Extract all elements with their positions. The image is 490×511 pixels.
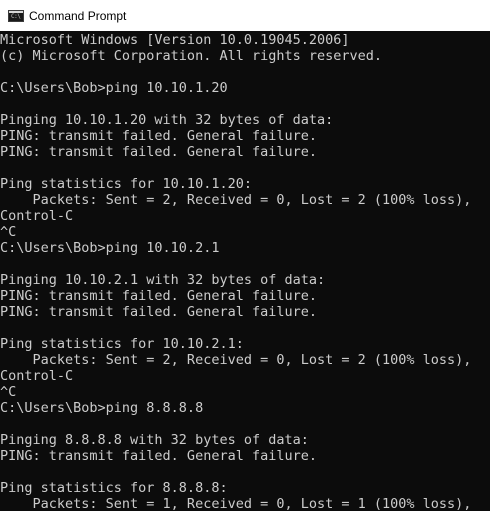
console-line: Packets: Sent = 2, Received = 0, Lost = …	[0, 352, 472, 368]
console-line: Control-C	[0, 208, 74, 224]
console-line: Ping statistics for 8.8.8.8:	[0, 480, 228, 496]
console-line: PING: transmit failed. General failure.	[0, 448, 317, 464]
console-line: PING: transmit failed. General failure.	[0, 304, 317, 320]
console-line: PING: transmit failed. General failure.	[0, 144, 317, 160]
console-line: (c) Microsoft Corporation. All rights re…	[0, 48, 383, 64]
console-line: C:\Users\Bob>ping 10.10.2.1	[0, 240, 220, 256]
console-line: Control-C	[0, 368, 74, 384]
console-line: C:\Users\Bob>ping 8.8.8.8	[0, 400, 204, 416]
console-line: PING: transmit failed. General failure.	[0, 288, 317, 304]
console-line: Packets: Sent = 2, Received = 0, Lost = …	[0, 192, 472, 208]
console-line: Microsoft Windows [Version 10.0.19045.20…	[0, 32, 350, 48]
console-line: ^C	[0, 224, 17, 240]
console-line: Ping statistics for 10.10.1.20:	[0, 176, 252, 192]
console-icon-glyph: C:\	[11, 12, 21, 20]
console-line: Pinging 8.8.8.8 with 32 bytes of data:	[0, 432, 309, 448]
console-line: Pinging 10.10.1.20 with 32 bytes of data…	[0, 112, 334, 128]
window-title: Command Prompt	[29, 8, 127, 23]
console-icon: C:\	[8, 9, 24, 22]
console-line: Packets: Sent = 1, Received = 0, Lost = …	[0, 496, 472, 511]
console-output[interactable]: Microsoft Windows [Version 10.0.19045.20…	[0, 31, 490, 511]
console-line: ^C	[0, 384, 17, 400]
console-line: Pinging 10.10.2.1 with 32 bytes of data:	[0, 272, 326, 288]
console-line: C:\Users\Bob>ping 10.10.1.20	[0, 80, 228, 96]
command-prompt-window: C:\ Command Prompt Microsoft Windows [Ve…	[0, 0, 490, 511]
title-bar[interactable]: C:\ Command Prompt	[0, 0, 490, 31]
console-line: PING: transmit failed. General failure.	[0, 128, 317, 144]
console-line: Ping statistics for 10.10.2.1:	[0, 336, 244, 352]
